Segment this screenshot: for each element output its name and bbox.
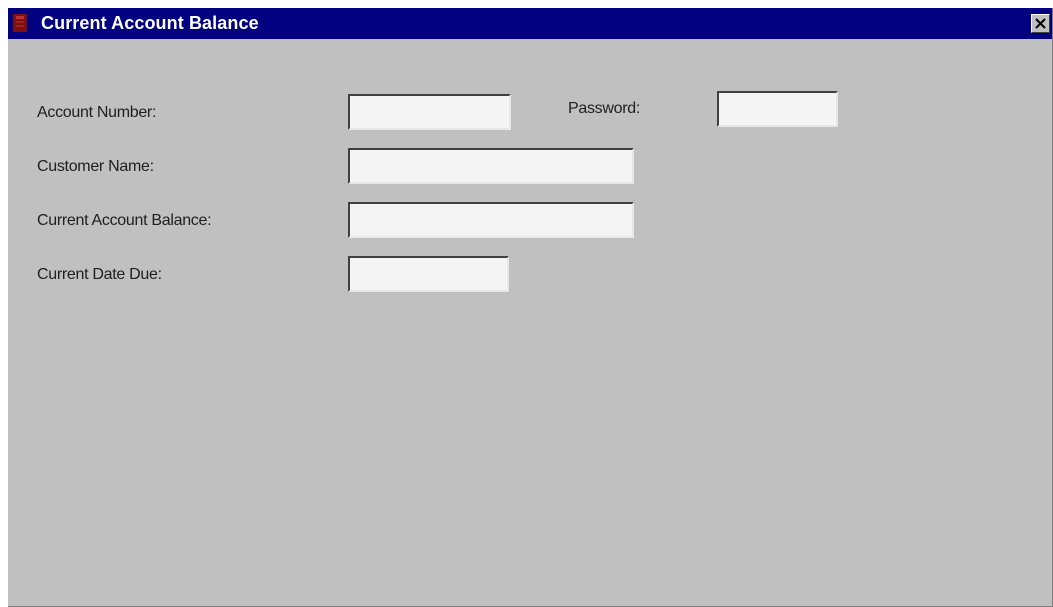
current-date-due-field[interactable]: [348, 256, 509, 292]
current-date-due-label: Current Date Due:: [37, 266, 162, 283]
customer-name-field[interactable]: [348, 148, 634, 184]
account-number-field[interactable]: [348, 94, 511, 130]
password-label: Password:: [568, 100, 640, 117]
current-account-balance-label: Current Account Balance:: [37, 212, 212, 229]
customer-name-label: Customer Name:: [37, 158, 154, 175]
close-icon: [1035, 18, 1046, 29]
title-bar[interactable]: Current Account Balance: [8, 8, 1052, 39]
password-field[interactable]: [717, 91, 838, 127]
close-button[interactable]: [1031, 14, 1050, 33]
account-number-label: Account Number:: [37, 104, 157, 121]
app-icon: [10, 12, 32, 34]
current-account-balance-field[interactable]: [348, 202, 634, 238]
window-title: Current Account Balance: [41, 13, 259, 33]
current-account-balance-window: Current Account Balance Account Number: …: [8, 8, 1053, 607]
